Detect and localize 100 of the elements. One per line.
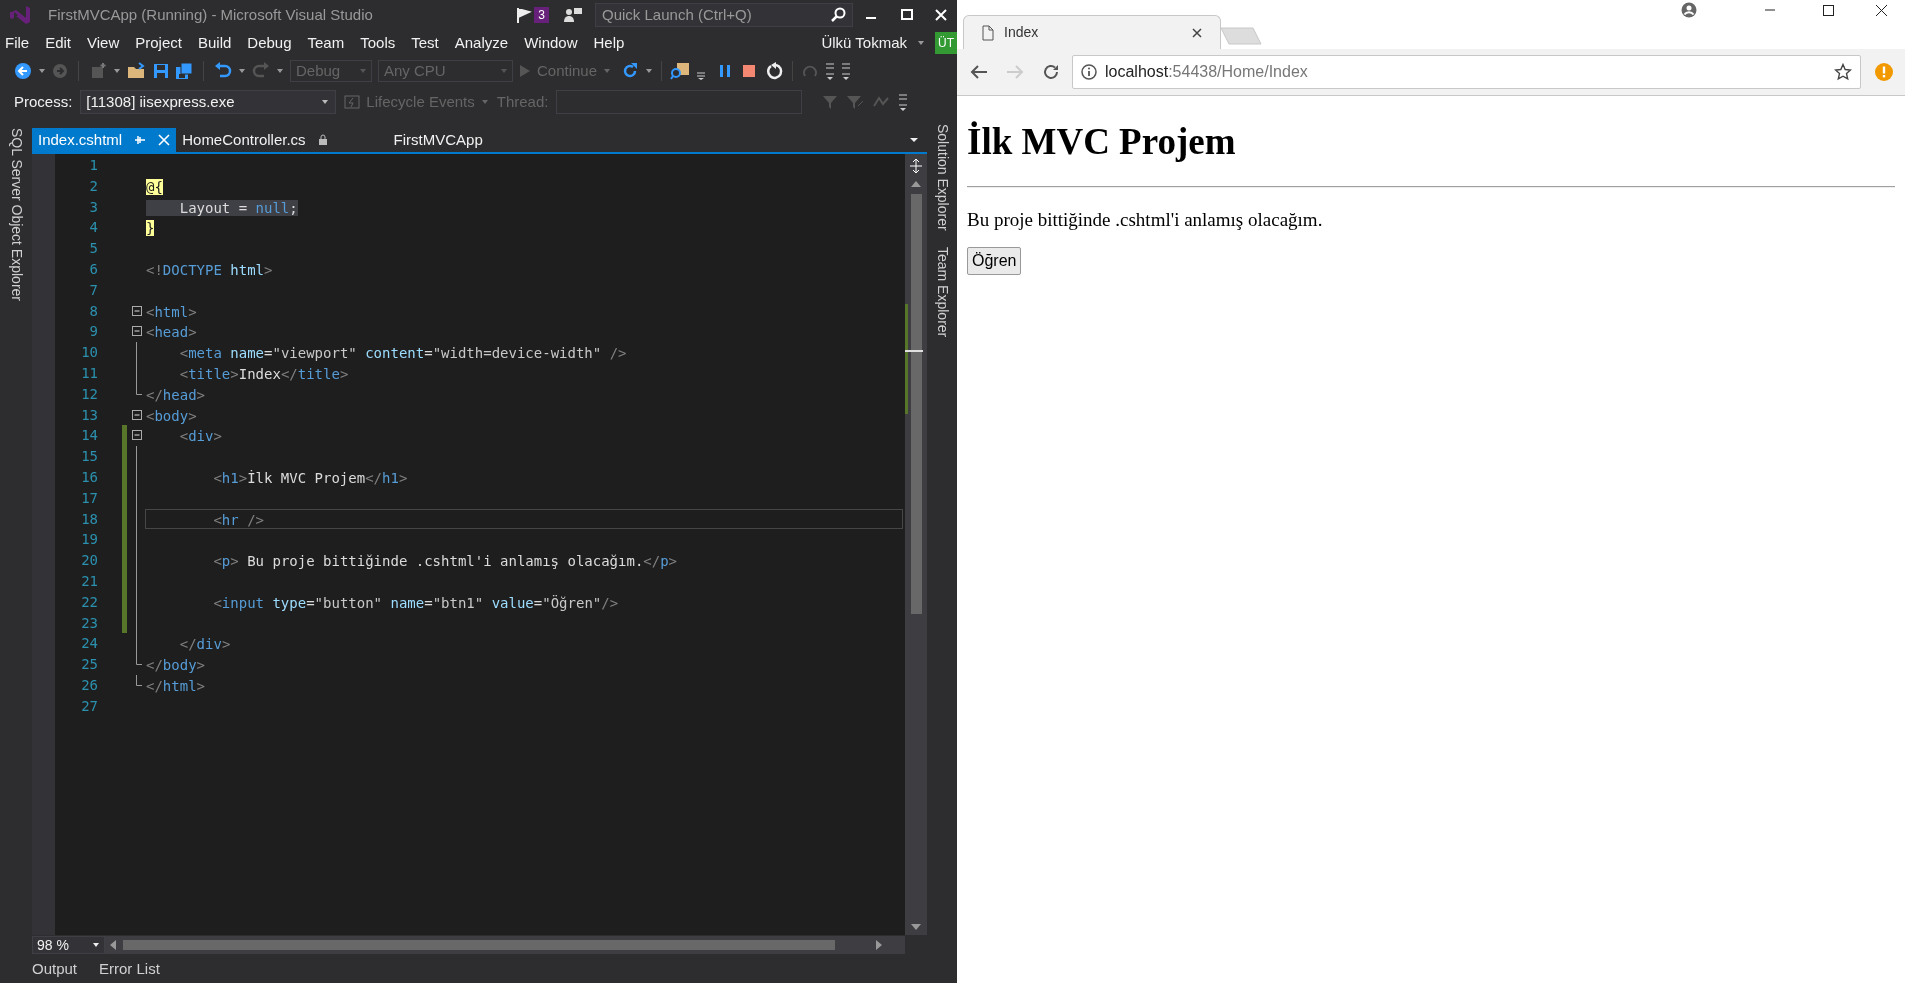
feedback-icon[interactable] bbox=[563, 6, 583, 24]
side-panel-tab[interactable]: Team Explorer bbox=[931, 246, 953, 337]
refresh-icon[interactable] bbox=[621, 62, 640, 80]
scroll-up-icon[interactable] bbox=[910, 180, 922, 188]
scroll-down-icon[interactable] bbox=[910, 923, 922, 931]
line-number: 25 bbox=[80, 655, 98, 675]
overflow-icon[interactable] bbox=[825, 61, 836, 81]
collapse-icon[interactable] bbox=[132, 305, 142, 316]
code-line: <title>Index</title> bbox=[178, 364, 350, 384]
collapse-icon[interactable] bbox=[132, 409, 142, 420]
line-number: 18 bbox=[80, 509, 98, 529]
caret-icon bbox=[359, 67, 367, 75]
search-icon[interactable] bbox=[830, 7, 846, 23]
line-number: 26 bbox=[80, 675, 98, 695]
menu-item[interactable]: Debug bbox=[239, 31, 300, 55]
menu-item[interactable]: Window bbox=[516, 31, 586, 55]
caret-icon[interactable] bbox=[645, 67, 654, 75]
panel-tab[interactable]: Error List bbox=[99, 957, 160, 981]
line-number: 16 bbox=[80, 467, 98, 487]
scroll-left-icon[interactable] bbox=[109, 939, 117, 951]
code-line: </div> bbox=[178, 635, 232, 655]
line-number: 11 bbox=[80, 363, 98, 383]
menu-item[interactable]: View bbox=[79, 31, 128, 55]
zoom-dropdown[interactable]: 98 % bbox=[32, 936, 105, 954]
caret-icon[interactable] bbox=[909, 136, 919, 144]
page-icon bbox=[982, 24, 994, 41]
line-number: 12 bbox=[80, 384, 98, 404]
flag-icon[interactable] bbox=[515, 6, 534, 24]
process-dropdown[interactable]: [11308] iisexpress.exe bbox=[80, 90, 337, 114]
profile-icon[interactable] bbox=[1681, 2, 1697, 18]
pause-icon[interactable] bbox=[718, 64, 733, 78]
code-line: <div> bbox=[178, 427, 223, 447]
caret-icon bbox=[480, 98, 489, 106]
undo-icon[interactable] bbox=[214, 62, 232, 80]
line-number: 6 bbox=[88, 260, 98, 279]
back-icon[interactable] bbox=[970, 64, 988, 80]
new-project-icon[interactable] bbox=[89, 62, 107, 80]
code-line: <h1>İlk MVC Projem</h1> bbox=[212, 468, 409, 488]
pin-icon[interactable] bbox=[134, 135, 147, 145]
panel-tab[interactable]: Output bbox=[32, 957, 78, 981]
menu-item[interactable]: Edit bbox=[37, 31, 80, 55]
find-in-files-icon[interactable] bbox=[670, 62, 691, 80]
line-number: 14 bbox=[80, 426, 98, 446]
overflow-icon[interactable] bbox=[898, 92, 909, 112]
line-number: 27 bbox=[80, 696, 98, 716]
menu-item[interactable]: Project bbox=[127, 31, 190, 55]
side-panel-tab[interactable]: Solution Explorer bbox=[931, 124, 953, 231]
lifecycle-icon bbox=[344, 94, 361, 110]
menu-item[interactable]: Test bbox=[403, 31, 447, 55]
line-number: 8 bbox=[88, 301, 98, 321]
side-panel-tab[interactable]: SQL Server Object Explorer bbox=[5, 128, 27, 301]
scroll-thumb[interactable] bbox=[123, 940, 835, 950]
caret-icon[interactable] bbox=[276, 67, 284, 75]
caret-icon[interactable] bbox=[238, 67, 246, 75]
caret-icon[interactable] bbox=[113, 67, 121, 75]
code-line: </body> bbox=[145, 656, 206, 675]
caret-icon[interactable] bbox=[38, 67, 46, 75]
code-line: <!DOCTYPE html> bbox=[145, 261, 274, 280]
info-icon[interactable] bbox=[1081, 64, 1097, 80]
reload-icon[interactable] bbox=[1042, 63, 1060, 81]
code-line: <head> bbox=[145, 323, 198, 343]
address-bar[interactable]: localhost:54438/Home/Index bbox=[1072, 55, 1861, 89]
vertical-scrollbar[interactable] bbox=[905, 154, 927, 935]
user-avatar[interactable]: ÜT bbox=[935, 32, 957, 54]
star-icon[interactable] bbox=[1834, 63, 1852, 81]
menu-item[interactable]: Team bbox=[299, 31, 353, 55]
restart-icon[interactable] bbox=[766, 62, 785, 80]
menu-item[interactable]: Build bbox=[189, 31, 240, 55]
code-line: <html> bbox=[145, 302, 198, 322]
splitter-icon[interactable] bbox=[909, 158, 923, 174]
open-folder-icon[interactable] bbox=[127, 62, 147, 80]
save-icon[interactable] bbox=[153, 63, 169, 79]
quick-launch-field[interactable]: Quick Launch (Ctrl+Q) bbox=[595, 3, 853, 27]
fold-guide bbox=[136, 674, 142, 686]
caret-marker bbox=[905, 350, 923, 352]
menu-item[interactable]: Analyze bbox=[446, 31, 517, 55]
overflow-icon[interactable] bbox=[841, 61, 852, 81]
scroll-thumb[interactable] bbox=[910, 194, 922, 614]
close-icon[interactable] bbox=[1192, 27, 1202, 38]
line-number: 19 bbox=[80, 530, 98, 550]
code-line: <p> Bu proje bittiğinde .cshtml'i anlamış olacağım.</p> bbox=[212, 552, 679, 571]
user-name[interactable]: Ülkü Tokmak bbox=[821, 31, 907, 55]
document-tab[interactable]: Index.cshtml bbox=[32, 128, 177, 152]
menu-item[interactable]: File bbox=[0, 31, 38, 55]
menu-item[interactable]: Tools bbox=[352, 31, 404, 55]
page-button[interactable]: Öğren bbox=[967, 247, 1022, 275]
caret-icon bbox=[92, 941, 100, 949]
back-icon[interactable] bbox=[14, 62, 32, 80]
browser-tab[interactable]: Index bbox=[963, 15, 1221, 49]
stop-icon[interactable] bbox=[742, 64, 757, 78]
line-number: 3 bbox=[88, 197, 98, 217]
collapse-icon[interactable] bbox=[132, 430, 142, 441]
document-tab[interactable]: HomeController.cs bbox=[176, 128, 334, 152]
collapse-icon[interactable] bbox=[132, 326, 142, 337]
scroll-right-icon[interactable] bbox=[875, 939, 883, 951]
menu-item[interactable]: Help bbox=[585, 31, 633, 55]
caret-icon bbox=[500, 67, 508, 75]
caret-icon[interactable] bbox=[917, 39, 925, 47]
save-all-icon[interactable] bbox=[175, 62, 193, 80]
horizontal-scrollbar[interactable] bbox=[105, 936, 905, 954]
